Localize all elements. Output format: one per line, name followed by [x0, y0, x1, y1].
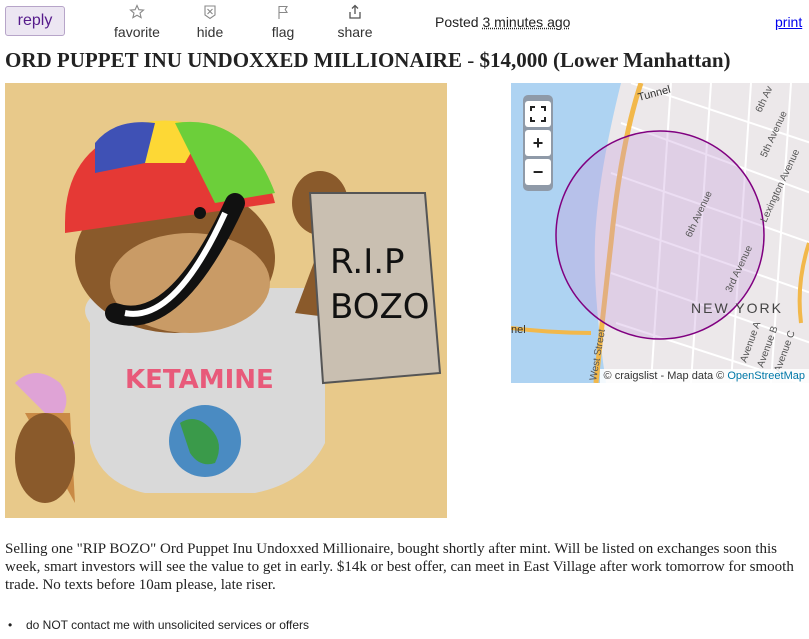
page-title: ORD PUPPET INU UNDOXXED MILLIONAIRE - $1… [5, 48, 731, 73]
openstreetmap-link[interactable]: OpenStreetMap [727, 370, 805, 382]
title-text: ORD PUPPET INU UNDOXXED MILLIONAIRE [5, 48, 462, 72]
title-separator: - [467, 48, 475, 72]
map-attribution: © craigslist - Map data © OpenStreetMap [599, 369, 809, 383]
zoom-out-button[interactable]: − [525, 159, 551, 185]
puppet-illustration: R.I.P BOZO KETAMINE [5, 83, 447, 518]
posted-info: Posted 3 minutes ago [435, 14, 570, 30]
reply-button[interactable]: reply [5, 6, 65, 36]
share-button[interactable]: share [325, 4, 385, 40]
flag-label: flag [271, 24, 295, 40]
notices-list: do NOT contact me with unsolicited servi… [8, 618, 309, 632]
listing-image[interactable]: R.I.P BOZO KETAMINE [5, 83, 447, 518]
share-icon [325, 4, 385, 22]
share-label: share [337, 24, 373, 40]
location-map[interactable]: Tunnel 6th Av 5th Avenue Lexington Avenu… [511, 83, 809, 383]
map-label-tunnel-left: nel [511, 324, 526, 336]
title-location: (Lower Manhattan) [552, 48, 731, 72]
title-price: $14,000 [479, 48, 548, 72]
map-controls: + − [523, 95, 553, 191]
hide-button[interactable]: hide [180, 4, 240, 40]
sign-line2: BOZO [330, 287, 430, 327]
posted-prefix: Posted [435, 14, 479, 30]
hide-icon [180, 4, 240, 22]
map-label-new-york: NEW YORK [691, 300, 783, 316]
flag-button[interactable]: flag [253, 4, 313, 40]
posted-time: 3 minutes ago [482, 14, 571, 30]
map-tiles: Tunnel 6th Av 5th Avenue Lexington Avenu… [511, 83, 809, 383]
shirt-text: KETAMINE [125, 365, 274, 395]
flag-icon [253, 4, 313, 22]
notice-item: do NOT contact me with unsolicited servi… [8, 618, 309, 632]
favorite-label: favorite [114, 24, 160, 40]
fullscreen-button[interactable] [525, 101, 551, 127]
favorite-button[interactable]: favorite [107, 4, 167, 40]
zoom-in-button[interactable]: + [525, 130, 551, 156]
listing-description: Selling one "RIP BOZO" Ord Puppet Inu Un… [5, 541, 794, 593]
print-link[interactable]: print [775, 14, 802, 30]
star-icon [107, 4, 167, 22]
sign-line1: R.I.P [330, 242, 405, 282]
map-attribution-text: © craigslist - Map data © [603, 370, 725, 382]
hide-label: hide [196, 24, 224, 40]
listing-toolbar: reply favorite hide flag share Posted 3 … [0, 0, 809, 46]
fullscreen-icon [530, 106, 546, 122]
